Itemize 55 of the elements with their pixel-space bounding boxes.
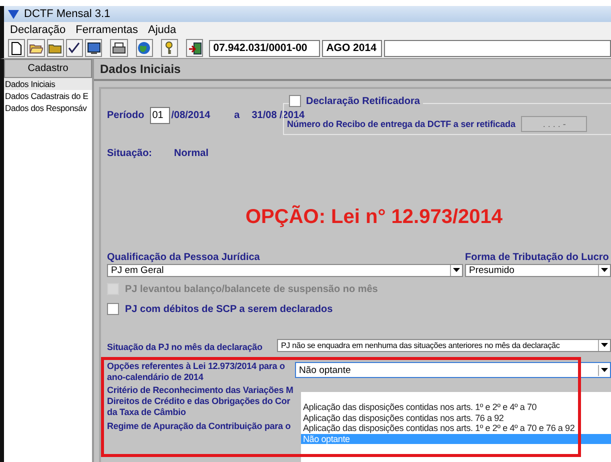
criterion-label: Critério de Reconhecimento das Variações M Direitos de Crédito e das Obrigações do Cor da Taxa de Câmbio — [107, 385, 294, 418]
status-value: Normal — [174, 148, 208, 158]
annotation-text: OPÇÃO: Lei n° 12.973/2014 — [244, 206, 504, 229]
situation-select[interactable]: PJ não se enquadra em nenhuma das situações anteriores no mês da declaraçãc — [277, 338, 611, 352]
options-select[interactable]: Não optante — [295, 362, 611, 378]
toolbar-button[interactable] — [46, 39, 64, 57]
day-field[interactable]: 01 — [150, 106, 170, 124]
key-icon — [164, 41, 174, 55]
toolbar-button[interactable] — [160, 39, 178, 57]
app-logo-icon — [8, 10, 19, 18]
dropdown-arrow-icon[interactable] — [601, 343, 608, 347]
checkbox[interactable] — [107, 303, 119, 315]
menu-item[interactable]: Ferramentas — [76, 24, 138, 36]
check-icon — [68, 42, 80, 54]
checkbox-label: Declaração Retificadora — [306, 96, 420, 106]
toolbar-button[interactable] — [85, 39, 102, 57]
cnpj-field: 07.942.031/0001-00 — [209, 40, 320, 56]
period-field: AGO 2014 — [322, 40, 382, 56]
checkbox-label: PJ com débitos de SCP a serem declarados — [125, 304, 333, 314]
taxation-label: Forma de Tributação do Lucro — [465, 252, 609, 262]
period-separator: a — [234, 110, 240, 120]
open-folder-icon — [28, 42, 43, 54]
period-end: 31/08 /2014 — [252, 110, 305, 120]
dropdown-arrow-icon[interactable] — [453, 268, 460, 272]
regime-label: Regime de Apuração da Contribuição para o — [107, 420, 292, 432]
taxation-select[interactable]: Presumido — [465, 264, 611, 276]
period-label: Período — [107, 110, 144, 120]
exit-door-icon — [188, 42, 202, 54]
status-label: Situação: — [107, 148, 152, 158]
sidebar-header: Cadastro — [4, 59, 92, 78]
menu-item[interactable]: Ajuda — [148, 24, 176, 36]
panel-title: Dados Iniciais — [94, 59, 611, 81]
receipt-label: Número do Recibo de entrega da DCTF a ser retificada — [287, 119, 516, 129]
period-start: /08/2014 — [171, 110, 210, 120]
options-label: Opções referentes à Lei 12.973/2014 para o ano-calendário de 2014 — [107, 361, 286, 383]
dropdown-arrow-icon[interactable] — [601, 268, 608, 272]
checkbox-label: PJ levantou balanço/balancete de suspensão no mês — [125, 284, 378, 294]
qualification-label: Qualificação da Pessoa Jurídica — [107, 252, 261, 262]
toolbar-button[interactable] — [186, 39, 204, 57]
toolbar-button[interactable] — [66, 39, 83, 57]
window-title: DCTF Mensal 3.1 — [24, 8, 110, 20]
globe-icon — [137, 41, 152, 55]
situation-label: Situação da PJ no mês da declaração — [107, 342, 264, 352]
dropdown-arrow-icon[interactable] — [601, 368, 608, 372]
toolbar-button[interactable] — [110, 39, 128, 57]
sidebar-item[interactable]: Dados Iniciais — [4, 78, 92, 90]
monitor-icon — [86, 42, 101, 54]
new-document-icon — [11, 42, 22, 54]
toolbar-button[interactable] — [8, 39, 26, 57]
receipt-field[interactable]: . . . . - — [521, 116, 588, 132]
qualification-select[interactable]: PJ em Geral — [107, 264, 463, 276]
printer-icon — [112, 42, 126, 54]
menu-item[interactable]: Declaração — [10, 24, 66, 36]
checkbox[interactable] — [289, 95, 301, 107]
folder-icon — [48, 42, 62, 54]
